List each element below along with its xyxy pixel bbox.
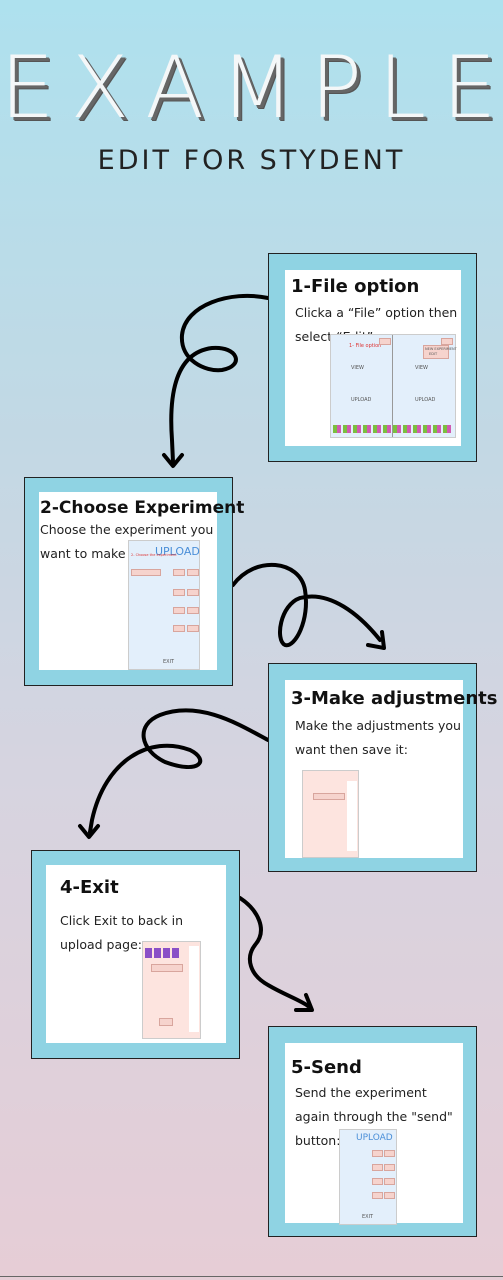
arrow-step3-to-step4 bbox=[88, 708, 270, 834]
step-4-title: 4-Exit bbox=[60, 877, 119, 898]
arrow-step4-to-step5 bbox=[238, 896, 310, 1008]
file-option-label: 1- File option bbox=[349, 343, 382, 349]
upload-logo-5: UPLOAD bbox=[356, 1133, 393, 1143]
step-3-card: 3-Make adjustments Make the adjustments … bbox=[268, 663, 497, 872]
step-1-title: 1-File option bbox=[291, 276, 420, 297]
step-3-text: Make the adjustments you want then save … bbox=[295, 718, 461, 757]
upload-label-1: UPLOAD bbox=[351, 397, 372, 403]
view-label-2: VIEW bbox=[415, 365, 428, 371]
new-experiment-label: NEW EXPERIMENT bbox=[425, 347, 457, 351]
step-4-card: 4-Exit Click Exit to back in upload page… bbox=[31, 850, 240, 1059]
step-1-card: 1-File option Clicka a “File” option the… bbox=[268, 253, 477, 462]
view-label-1: VIEW bbox=[351, 365, 364, 371]
exit-label-2: EXIT bbox=[163, 659, 175, 665]
step-3-screenshot bbox=[302, 770, 359, 858]
exit-label-5: EXIT bbox=[362, 1214, 374, 1220]
step-5-screenshot: UPLOAD EXIT bbox=[339, 1129, 397, 1225]
step-1-screenshot: 1- File option NEW EXPERIMENT EDIT VIEW … bbox=[330, 334, 457, 438]
edit-label: EDIT bbox=[429, 352, 438, 356]
choose-label: 2- Choose the experiment bbox=[131, 553, 177, 557]
bottom-divider bbox=[0, 1276, 503, 1277]
step-2-title: 2-Choose Experiment bbox=[40, 498, 245, 518]
arrow-step2-to-step3 bbox=[231, 562, 382, 648]
step-2-card: 2-Choose Experiment Choose the experimen… bbox=[24, 477, 244, 686]
step-5-title: 5-Send bbox=[291, 1057, 362, 1078]
step-2-screenshot: UPLOAD 2- Choose the experiment EXIT bbox=[128, 540, 200, 670]
upload-label-2: UPLOAD bbox=[415, 397, 436, 403]
step-4-screenshot bbox=[142, 941, 201, 1039]
arrow-step1-to-step2 bbox=[169, 293, 270, 464]
step-5-card: 5-Send Send the experiment again through… bbox=[268, 1026, 477, 1237]
step-3-title: 3-Make adjustments bbox=[291, 688, 498, 709]
